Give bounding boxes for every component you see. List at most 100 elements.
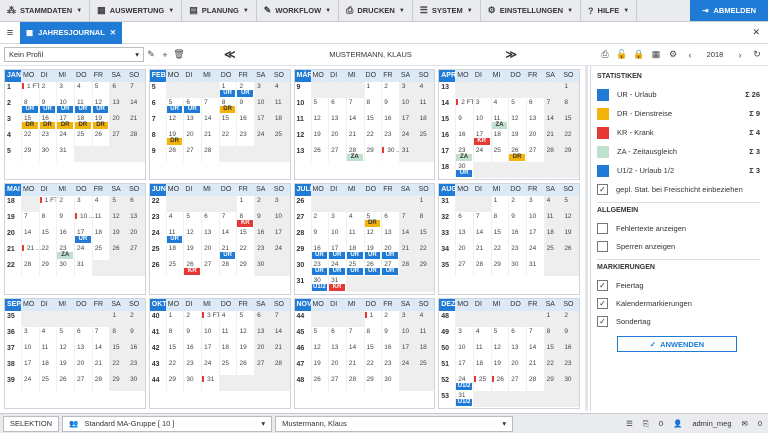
calendar-day[interactable]: 19 (490, 358, 509, 375)
calendar-day[interactable]: 4 (345, 212, 364, 229)
absence-entry[interactable]: UR (329, 252, 345, 260)
calendar-day[interactable]: 14 (21, 228, 39, 245)
calendar-day[interactable]: 4 (490, 98, 509, 114)
calendar-day[interactable]: 30 (183, 374, 201, 391)
calendar-day[interactable]: 23 (508, 244, 526, 261)
sondertag-checkbox[interactable]: ✓ Sondertag (597, 312, 760, 330)
calendar-day[interactable]: 1 (416, 196, 435, 213)
calendar-day[interactable]: 11 (543, 212, 562, 229)
calendar-day[interactable]: 9 (381, 98, 399, 114)
absence-entry[interactable]: KR (184, 268, 201, 276)
calendar-day[interactable]: 23 (561, 358, 579, 375)
calendar-day[interactable]: 20 (328, 358, 346, 375)
calendar-day[interactable]: 4 (271, 82, 290, 98)
calendar-day[interactable]: 17 (525, 228, 544, 245)
calendar-day[interactable]: 13 (127, 212, 145, 229)
calendar-day[interactable]: 28 (271, 358, 290, 375)
profile-select[interactable]: Kein Profil ▾ (4, 47, 144, 62)
calendar-day[interactable]: 5 (56, 326, 74, 343)
calendar-day[interactable]: 21 UR (218, 244, 237, 261)
calendar-day[interactable]: 24 (254, 130, 272, 146)
calendar-day[interactable]: 17 UR (74, 228, 92, 245)
calendar-day[interactable]: 23 (381, 130, 399, 146)
calendar-day[interactable]: 21 (472, 244, 491, 261)
calendar-day[interactable]: 27 (183, 146, 201, 162)
calendar-day[interactable]: 1 (363, 310, 382, 327)
calendar-day[interactable]: 27 (201, 260, 219, 277)
calendar-day[interactable]: 11 (345, 228, 364, 245)
calendar-day[interactable]: 21 (127, 114, 145, 130)
calendar-day[interactable]: 7 (91, 326, 110, 343)
calendar-day[interactable]: 9 (381, 326, 399, 343)
absence-entry[interactable]: UR (346, 252, 363, 260)
absence-entry[interactable]: UR (456, 170, 472, 177)
calendar-day[interactable]: 1 (109, 310, 128, 327)
calendar-day[interactable]: 10 ... (74, 212, 95, 229)
calendar-day[interactable]: 18 (218, 342, 237, 359)
calendar-day[interactable]: 10 (455, 342, 473, 359)
calendar-day[interactable]: 13 (183, 114, 201, 130)
absence-entry[interactable]: DR (92, 122, 109, 129)
calendar-day[interactable]: 29 (543, 374, 562, 391)
calendar-day[interactable]: 6 UR (183, 98, 201, 114)
calendar-day[interactable]: 30 (38, 146, 57, 162)
absence-entry[interactable]: UR (364, 268, 381, 276)
absence-entry[interactable]: DR (364, 220, 381, 228)
menu-planung[interactable]: ▤ PLANUNG ▼ (182, 0, 257, 21)
calendar-day[interactable]: 19 UR (363, 244, 382, 261)
calendar-day[interactable]: 20 (254, 342, 272, 359)
calendar-day[interactable]: 18 (38, 358, 57, 375)
absence-entry[interactable]: UR (219, 90, 236, 97)
calendar-day[interactable]: 14 (218, 228, 237, 245)
calendar-day[interactable]: 6 (328, 98, 346, 114)
calendar-day[interactable]: 22 (21, 130, 39, 146)
calendar-day[interactable]: 16 (127, 342, 145, 359)
calendar-day[interactable]: 28 (201, 146, 219, 162)
calendar-day[interactable]: 2 (56, 196, 74, 213)
calendar-day[interactable]: 15 (416, 228, 435, 245)
calendar-day[interactable]: 24 (525, 244, 544, 261)
calendar-day[interactable]: 12 (310, 114, 329, 130)
calendar-day[interactable]: 14 (91, 342, 110, 359)
calendar-day[interactable]: 24 (74, 244, 92, 261)
calendar-day[interactable]: 16 (561, 342, 579, 359)
absence-entry[interactable]: ZA (491, 122, 508, 129)
calendar-day[interactable]: 3 FT (201, 310, 220, 327)
calendar-day[interactable]: 19 (56, 358, 74, 375)
calendar-day[interactable]: 14 (525, 342, 544, 359)
calendar-day[interactable]: 1 (165, 310, 184, 327)
calendar-day[interactable]: 16 (183, 342, 201, 359)
calendar-day[interactable]: 15 (561, 114, 579, 130)
calendar-day[interactable]: 30 (561, 374, 579, 391)
unlock-icon[interactable]: 🔓 (615, 47, 629, 62)
pdf-icon[interactable]: ⎘ (643, 419, 649, 429)
menu-hilfe[interactable]: ? HILFE ▼ (581, 0, 638, 21)
calendar-day[interactable]: 10 (201, 326, 219, 343)
calendar-day[interactable]: 7 (472, 212, 491, 229)
calendar-day[interactable]: 21 ... (21, 244, 41, 261)
calendar-day[interactable]: 12 (183, 228, 201, 245)
calendar-day[interactable]: 14 (271, 326, 290, 343)
calendar-day[interactable]: 30 U1/2 (310, 276, 329, 293)
calendar-day[interactable]: 11 ZA (490, 114, 509, 130)
calendar-day[interactable]: 23 (381, 358, 399, 375)
calendar-day[interactable]: 28 (218, 260, 237, 277)
stats-option-checkbox[interactable]: ✓ gepl. Stat. bei Freischicht einbeziehe… (597, 180, 760, 198)
lock-icon[interactable]: 🔒 (632, 47, 646, 62)
calendar-day[interactable]: 2 (561, 310, 579, 327)
calendar-day[interactable]: 25 (416, 358, 435, 375)
calendar-day[interactable]: 14 (472, 228, 491, 245)
calendar-day[interactable]: 27 (254, 358, 272, 375)
calendar-day[interactable]: 26 (310, 374, 329, 391)
calendar-day[interactable]: 8 (416, 212, 435, 229)
calendar-day[interactable]: 4 (543, 196, 562, 213)
calendar-day[interactable]: 12 (490, 342, 509, 359)
calendar-day[interactable]: 28 (21, 260, 39, 277)
absence-entry[interactable]: DR (509, 154, 525, 161)
calendar-day[interactable]: 29 (363, 374, 382, 391)
calendar-day[interactable]: 2 (508, 196, 526, 213)
calendar-day[interactable]: 7 (525, 326, 544, 343)
calendar-day[interactable]: 6 (455, 212, 473, 229)
calendar-day[interactable]: 6 (127, 196, 145, 213)
calendar-day[interactable]: 15 (109, 342, 128, 359)
